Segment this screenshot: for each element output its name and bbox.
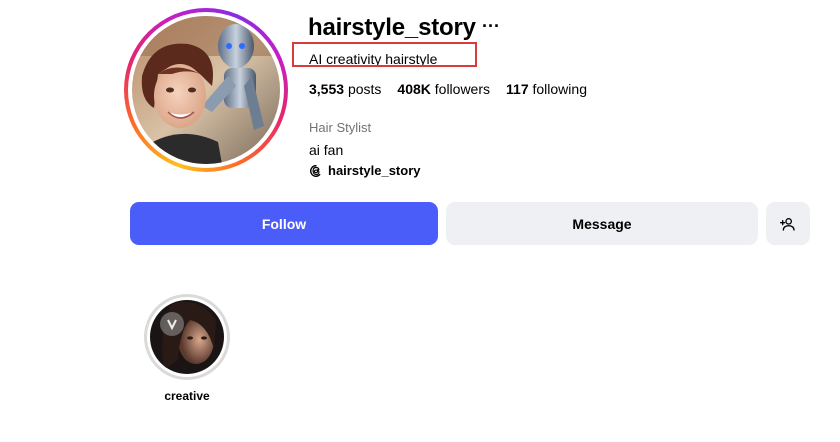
- threads-link[interactable]: hairstyle_story: [309, 163, 421, 178]
- profile-username: hairstyle_story: [308, 14, 476, 41]
- suggest-accounts-button[interactable]: [766, 202, 810, 245]
- add-person-icon: [780, 217, 795, 231]
- posts-label: posts: [347, 81, 382, 97]
- highlight-label: creative: [164, 389, 210, 403]
- followers-stat[interactable]: 408K followers: [397, 81, 490, 97]
- profile-avatar[interactable]: [124, 8, 288, 172]
- followers-label: followers: [434, 81, 491, 97]
- annotation-highlight-box: [292, 42, 477, 67]
- profile-category: Hair Stylist: [309, 120, 372, 135]
- following-count: 117: [506, 81, 529, 97]
- posts-count: 3,553: [309, 81, 345, 97]
- follow-button[interactable]: Follow: [130, 202, 438, 245]
- more-options-icon[interactable]: ···: [482, 17, 500, 35]
- highlight-cover-image: [150, 300, 224, 374]
- profile-stats: 3,553 posts 408K followers 117 following: [309, 81, 603, 97]
- profile-bio: ai fan: [309, 142, 344, 158]
- avatar-image: [132, 16, 280, 164]
- posts-stat: 3,553 posts: [309, 81, 381, 97]
- threads-icon: [310, 164, 321, 177]
- followers-count: 408K: [397, 81, 431, 97]
- message-button[interactable]: Message: [446, 202, 758, 245]
- following-stat[interactable]: 117 following: [506, 81, 587, 97]
- story-highlight[interactable]: [144, 294, 230, 380]
- following-label: following: [532, 81, 587, 97]
- threads-handle: hairstyle_story: [328, 163, 421, 178]
